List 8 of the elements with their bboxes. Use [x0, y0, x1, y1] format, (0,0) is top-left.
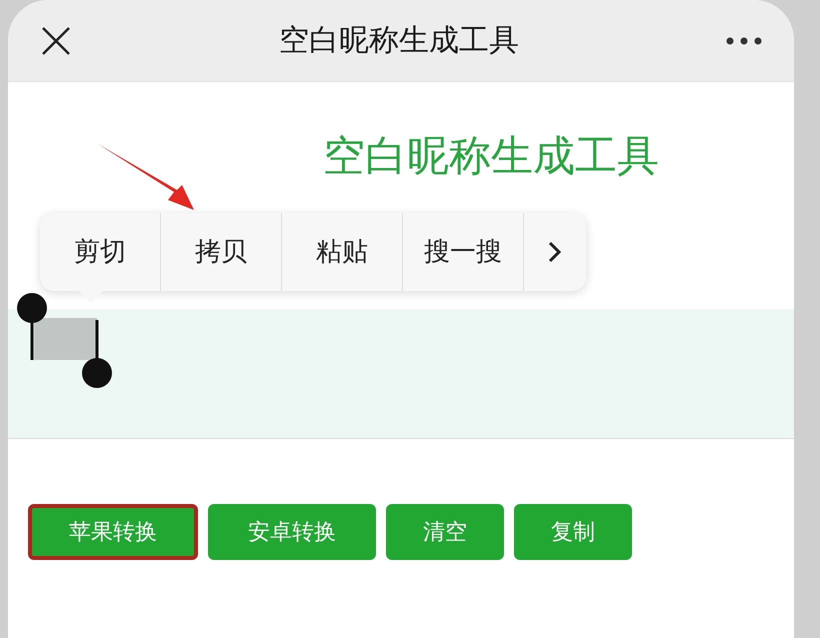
close-icon: [41, 26, 71, 56]
page-title: 空白昵称生成工具: [322, 130, 659, 182]
chevron-right-icon: [548, 241, 562, 263]
more-icon: [726, 36, 762, 44]
menu-item[interactable]: 拷贝: [161, 213, 282, 291]
window-title: 空白昵称生成工具: [279, 22, 519, 60]
menu-item[interactable]: 粘贴: [282, 213, 403, 291]
menu-item[interactable]: 搜一搜: [403, 213, 524, 291]
